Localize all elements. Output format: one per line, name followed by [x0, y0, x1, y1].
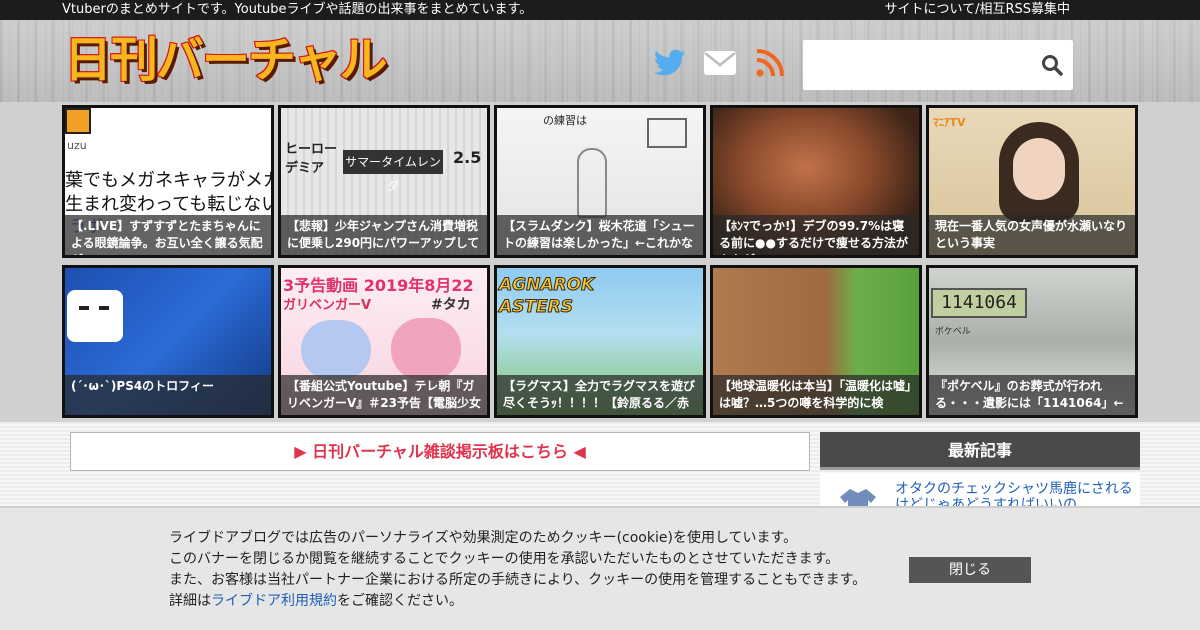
site-tagline: Vtuberのまとめサイトです。Youtubeライブや話題の出来事をまとめていま…: [62, 2, 533, 17]
article-tile[interactable]: uzu 葉でもメガネキャラがメガ 生まれ変わっても転じない ラボ 【.LIVE】…: [62, 105, 274, 258]
article-tile[interactable]: AGNAROK ASTERS 【ラグマス】全力でラグマスを遊び尽くそうｯ！！！！…: [494, 265, 706, 418]
terms-link[interactable]: ライブドア利用規約: [211, 593, 337, 609]
thumbnail-text: ﾏﾆｱTV: [933, 116, 966, 129]
article-tile[interactable]: ヒーロー デミア サマータイムレンダ 2.5 【悲報】少年ジャンプさん消費増税に…: [278, 105, 490, 258]
thumbnail-text: AGNAROK ASTERS: [498, 275, 595, 318]
thumbnail-text: 葉でもメガネキャラがメガ: [65, 170, 274, 191]
cookie-line: このバナーを閉じるか閲覧を継続することでクッキーの使用を承認いただいたものとさせ…: [169, 551, 840, 567]
article-tile[interactable]: の練習は 【スラムダンク】桜木花道「シュートの練習は楽しかった」←これかな: [494, 105, 706, 258]
cookie-message: ライブドアブログでは広告のパーソナライズや効果測定のためクッキー(cookie)…: [169, 528, 889, 612]
latest-articles-heading: 最新記事: [820, 432, 1140, 470]
search-input[interactable]: [803, 40, 1028, 90]
article-tile[interactable]: ﾏﾆｱTV 現在一番人気の女声優が水瀬いなりという事実: [926, 105, 1138, 258]
tile-caption: 【悲報】少年ジャンプさん消費増税に便乗し290円にパワーアップして: [281, 215, 487, 255]
logo-text: 日刊バーチャル: [63, 31, 389, 89]
thumbnail-text: 3予告動画 2019年8月22: [283, 276, 474, 295]
cookie-line: また、お客様は当社パートナー企業における所定の手続きにより、クッキーの使用を管理…: [169, 572, 867, 588]
site-logo[interactable]: 日刊バーチャル: [63, 30, 389, 90]
twitter-icon[interactable]: [653, 48, 687, 78]
tile-caption: 『ポケベル』のお葬式が行われる・・・遺影には「1141064」←こ: [929, 375, 1135, 415]
tile-caption: (´･ω･`)PS4のトロフィー: [65, 375, 271, 415]
thumbnail-text: の練習は: [543, 114, 587, 127]
search-box: [803, 40, 1073, 90]
cookie-line: ライブドアブログでは広告のパーソナライズや効果測定のためクッキー(cookie)…: [169, 530, 798, 546]
thumbnail-text: #タカ: [431, 297, 471, 313]
tile-caption: 【ラグマス】全力でラグマスを遊び尽くそうｯ！！！！【鈴原るる／赤: [497, 375, 703, 415]
tile-caption: 【ﾎﾝﾏでっか!】デブの99.7%は寝る前に●●するだけで痩せる方法があなが: [713, 215, 919, 255]
thumbnail-label: uzu: [67, 139, 87, 152]
search-icon[interactable]: [1037, 50, 1067, 80]
thumbnail-text: ポケベル: [935, 327, 971, 337]
tile-caption: 【番組公式Youtube】テレ朝『ガリベンガーV』＃23予告【電脳少女シ: [281, 375, 487, 415]
cookie-text-prefix: 詳細は: [169, 593, 211, 609]
cookie-line: 詳細はライブドア利用規約をご確認ください。: [169, 591, 889, 612]
main-content: ▶ 日刊バーチャル雑談掲示板はこちら ◀ 最新記事 オタクのチェックシャツ馬鹿に…: [0, 422, 1200, 518]
top-bar: Vtuberのまとめサイトです。Youtubeライブや話題の出来事をまとめていま…: [0, 0, 1200, 20]
tile-caption: 【地球温暖化は本当】「温暖化は嘘」は嘘？…5つの噂を科学的に検: [713, 375, 919, 415]
close-button[interactable]: 閉じる: [909, 557, 1031, 583]
cookie-text-suffix: をご確認ください。: [337, 593, 463, 609]
article-tile[interactable]: 3予告動画 2019年8月22 ガリベンガーV #タカ 【番組公式Youtube…: [278, 265, 490, 418]
thumbnail-text: 1141064: [931, 288, 1027, 318]
featured-articles-grid: uzu 葉でもメガネキャラがメガ 生まれ変わっても転じない ラボ 【.LIVE】…: [0, 102, 1200, 422]
cookie-banner: ライブドアブログでは広告のパーソナライズや効果測定のためクッキー(cookie)…: [0, 506, 1200, 630]
thumbnail-text: 2.5: [453, 148, 482, 167]
thumbnail-text: ヒーロー デミア: [285, 142, 338, 176]
site-header: 日刊バーチャル: [0, 20, 1200, 102]
article-tile[interactable]: (´･ω･`)PS4のトロフィー: [62, 265, 274, 418]
thumbnail-text: サマータイムレンダ: [343, 150, 443, 193]
rss-icon[interactable]: [753, 48, 787, 78]
tile-caption: 【スラムダンク】桜木花道「シュートの練習は楽しかった」←これかな: [497, 215, 703, 255]
article-tile[interactable]: 【地球温暖化は本当】「温暖化は嘘」は嘘？…5つの噂を科学的に検: [710, 265, 922, 418]
tile-caption: 【.LIVE】すずすずとたまちゃんによる眼鏡論争。お互い全く譲る気配が: [65, 215, 271, 255]
article-tile[interactable]: 1141064 ポケベル 『ポケベル』のお葬式が行われる・・・遺影には「1141…: [926, 265, 1138, 418]
about-rss-link[interactable]: サイトについて/相互RSS募集中: [884, 0, 1070, 20]
mail-icon[interactable]: [703, 48, 737, 78]
article-tile[interactable]: 【ﾎﾝﾏでっか!】デブの99.7%は寝る前に●●するだけで痩せる方法があなが: [710, 105, 922, 258]
tile-caption: 現在一番人気の女声優が水瀬いなりという事実: [929, 215, 1135, 255]
thumbnail-text: ガリベンガーV: [283, 298, 372, 313]
bbs-link-button[interactable]: ▶ 日刊バーチャル雑談掲示板はこちら ◀: [70, 432, 810, 471]
